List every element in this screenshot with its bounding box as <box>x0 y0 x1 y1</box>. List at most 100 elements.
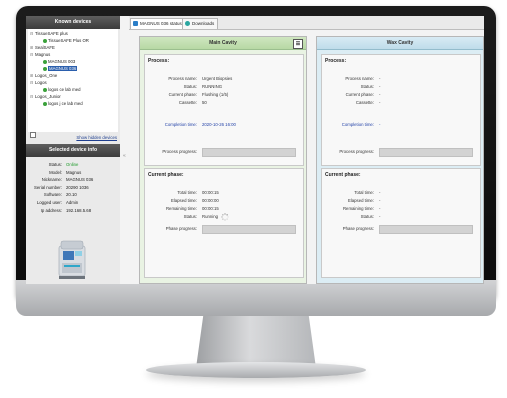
phase-row: Total time: - <box>322 189 480 197</box>
row-value: - <box>379 100 381 105</box>
row-key: Elapsed time: <box>170 198 197 203</box>
row-value: - <box>379 205 380 213</box>
tree-item[interactable]: TissueSAFE Plus OR <box>28 37 118 44</box>
process-box: Process: Process name: - Status: - Current ph… <box>321 54 481 166</box>
tree-item[interactable]: MAGNUS 003 <box>28 58 118 65</box>
row-key: Status: <box>183 214 197 219</box>
device-tree[interactable]: ⊟ TissueSAFE plus TissueSAFE Plus OR ⊞ SealS… <box>28 29 118 132</box>
device-info-row: Model: Magnus <box>26 169 120 177</box>
known-devices-header: Known devices <box>26 16 120 29</box>
row-value: Flushing (1/5) <box>202 92 229 97</box>
row-value-text: 00:00:15 <box>202 206 219 211</box>
tree-item-label: MAGNUS 003 <box>48 59 76 64</box>
device-info-list: Status: Online Model: Magnus Nickname: MAGNUS… <box>26 157 120 214</box>
process-row: Cassette: - <box>322 99 480 107</box>
tree-item[interactable]: ⊞ Logos_One <box>28 72 118 79</box>
menu-icon[interactable]: ☰ <box>293 38 303 49</box>
progress-key: Process progress: <box>339 149 374 154</box>
process-progress-row: Process progress: <box>145 148 303 157</box>
row-value: - <box>379 197 380 205</box>
info-key: Nickname: <box>41 177 62 183</box>
row-key: Remaining time: <box>165 206 197 211</box>
phase-row: Elapsed time: 00:00:00 <box>145 197 303 205</box>
current-phase-box: Current phase: Total time: 00:00:15 Elapsed… <box>144 168 304 278</box>
main-cavity-title-text: Main Cavity <box>209 40 237 46</box>
row-value: - <box>379 84 381 89</box>
row-key: Remaining time: <box>342 206 374 211</box>
row-key: Current phase: <box>345 92 374 97</box>
process-title: Process: <box>148 58 170 64</box>
row-value: 00:00:00 <box>202 197 219 205</box>
device-online-icon <box>43 38 47 43</box>
process-progress-bar <box>379 148 473 157</box>
progress-key: Phase progress: <box>342 226 374 231</box>
tree-item[interactable]: ⊟ Logos <box>28 79 118 86</box>
completion-key: Completion time: <box>341 122 374 127</box>
device-info-row: Logged user: Admin <box>26 199 120 207</box>
device-info-row: Ip address: 192.168.5.68 <box>26 207 120 215</box>
left-panel: Known devices ⊟ TissueSAFE plus TissueSAFE… <box>26 16 120 284</box>
row-key: Elapsed time: <box>347 198 374 203</box>
device-online-icon <box>43 66 47 71</box>
process-row: Cassette: 50 <box>145 99 303 107</box>
wax-cavity-panel: Wax Cavity Process: Process name: - Status:… <box>316 36 484 284</box>
row-value: RUNNING <box>202 84 223 89</box>
show-hidden-checkbox[interactable] <box>30 132 36 138</box>
row-value: Urgent Biopsies <box>202 76 233 81</box>
row-value: Running <box>202 213 229 221</box>
process-progress-row: Process progress: <box>322 148 480 157</box>
monitor-stand-base <box>146 362 366 378</box>
tree-item[interactable]: ⊞ SealSAFE <box>28 44 118 51</box>
tree-item[interactable]: ⊟ Logos_Junior <box>28 93 118 100</box>
row-key: Cassette: <box>178 100 197 105</box>
progress-key: Process progress: <box>162 149 197 154</box>
tree-item-label: Logos <box>35 80 47 85</box>
info-key: Ip address: <box>40 207 62 213</box>
phase-title: Current phase: <box>325 172 361 178</box>
progress-key: Phase progress: <box>165 226 197 231</box>
tree-item-label: Logos_One <box>35 73 58 78</box>
completion-value: 2020-10-26 16:00 <box>202 122 236 127</box>
monitor-icon <box>133 21 138 27</box>
row-value-text: - <box>379 198 381 203</box>
device-info-row: Software: 20.10 <box>26 191 120 199</box>
tab-downloads[interactable]: Downloads <box>182 18 219 29</box>
row-key: Total time: <box>177 190 197 195</box>
app-screen: Known devices ⊟ TissueSAFE plus TissueSAFE… <box>26 16 484 284</box>
tree-item-label: logos j ce lab med <box>48 101 83 106</box>
tree-item[interactable]: logos j ce lab med <box>28 100 118 107</box>
phase-row: Remaining time: 00:00:15 <box>145 205 303 213</box>
tree-item-label: TissueSAFE Plus OR <box>48 38 89 43</box>
tissue-processor-image <box>58 240 86 279</box>
info-key: Software: <box>43 192 62 198</box>
loading-spinner-icon <box>221 213 229 221</box>
tree-item-label: TissueSAFE plus <box>35 31 68 36</box>
row-key: Total time: <box>354 190 374 195</box>
tree-item[interactable]: ⊟ TissueSAFE plus <box>28 30 118 37</box>
phase-progress-bar <box>202 225 296 234</box>
tree-item[interactable]: logos ce lab med <box>28 86 118 93</box>
show-hidden-devices[interactable]: Show hidden devices <box>26 132 120 144</box>
info-value: Admin <box>66 199 79 205</box>
tree-item[interactable]: MAGNUS 036 <box>28 65 118 72</box>
phase-progress-row: Phase progress: <box>145 225 303 234</box>
process-title: Process: <box>325 58 347 64</box>
tree-item[interactable]: ⊟ Magnus <box>28 51 118 58</box>
row-value: - <box>379 189 380 197</box>
phase-row: Remaining time: - <box>322 205 480 213</box>
process-row: Current phase: Flushing (1/5) <box>145 91 303 99</box>
info-value: 20.10 <box>66 192 77 198</box>
info-key: Model: <box>49 169 62 175</box>
info-value: MAGNUS 036 <box>66 177 94 183</box>
device-info-row: Nickname: MAGNUS 036 <box>26 176 120 184</box>
process-row: Status: RUNNING <box>145 83 303 91</box>
row-value: 50 <box>202 100 207 105</box>
info-key: Serial number: <box>34 184 62 190</box>
row-key: Process name: <box>345 76 374 81</box>
show-hidden-label[interactable]: Show hidden devices <box>76 135 117 140</box>
row-key: Current phase: <box>168 92 197 97</box>
device-online-icon <box>43 59 47 64</box>
tree-item-label: SealSAFE <box>35 45 55 50</box>
tab-label: MAGNUS 036 status <box>140 21 182 26</box>
tab-magnus-status[interactable]: MAGNUS 036 status <box>130 18 186 29</box>
